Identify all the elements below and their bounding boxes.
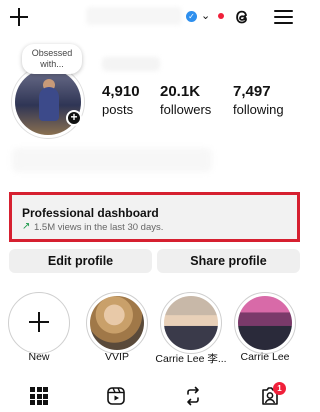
grid-icon[interactable]: [29, 386, 49, 406]
highlight-label: Carrie Lee 李...: [155, 353, 227, 365]
profile-content-tabs: [0, 380, 307, 412]
edit-profile-button[interactable]: Edit profile: [9, 249, 152, 273]
display-name: [102, 57, 160, 71]
dashboard-subtitle: 1.5M views in the last 30 days.: [34, 222, 164, 233]
new-highlight-plus-icon: [29, 312, 49, 332]
stat-posts[interactable]: 4,910 posts: [102, 83, 140, 117]
notification-dot: [218, 13, 224, 19]
avatar[interactable]: [12, 66, 84, 138]
hamburger-menu-icon[interactable]: [274, 9, 293, 25]
stat-followers-label: followers: [160, 102, 212, 117]
highlight-label: Carrie Lee: [240, 351, 290, 363]
avatar-person-body: [39, 87, 59, 121]
stat-followers-value: 20.1K: [160, 83, 201, 100]
stat-following-label: following: [233, 102, 284, 117]
username-switcher[interactable]: [86, 7, 182, 25]
stat-followers[interactable]: 20.1K followers: [160, 83, 211, 117]
dashboard-title: Professional dashboard: [22, 206, 159, 220]
threads-icon[interactable]: [232, 7, 252, 27]
professional-dashboard[interactable]: Professional dashboard ↗ 1.5M views in t…: [9, 192, 300, 242]
add-story-icon[interactable]: +: [66, 110, 82, 126]
stat-posts-value: 4,910: [102, 83, 140, 100]
plus-icon[interactable]: [9, 7, 29, 27]
note-text-line2: with...: [40, 59, 64, 69]
bio: [12, 148, 212, 172]
highlight-vvip[interactable]: [86, 292, 148, 354]
verified-badge-icon: ✓: [186, 11, 197, 22]
highlight-carrie-lee-chinese[interactable]: [160, 292, 222, 354]
stat-following-value: 7,497: [233, 83, 271, 100]
stat-posts-label: posts: [102, 102, 134, 117]
top-bar: ✓ ⌄: [0, 0, 307, 36]
trend-up-icon: ↗: [22, 221, 31, 232]
stat-following[interactable]: 7,497 following: [233, 83, 284, 117]
highlight-carrie-lee[interactable]: [234, 292, 296, 354]
highlight-cover: [164, 296, 218, 350]
highlight-label: New: [28, 351, 50, 363]
highlight-label: VVIP: [105, 351, 129, 363]
note-text-line1: Obsessed: [31, 48, 73, 58]
reels-icon[interactable]: [106, 386, 126, 406]
chevron-down-icon[interactable]: ⌄: [201, 9, 210, 22]
profile-note[interactable]: Obsessed with...: [22, 44, 82, 74]
tagged-count-badge: 1: [273, 382, 286, 395]
highlight-cover: [238, 296, 292, 350]
highlight-cover: [90, 296, 144, 350]
repost-icon[interactable]: [183, 386, 203, 406]
share-profile-button[interactable]: Share profile: [157, 249, 300, 273]
highlight-new[interactable]: [8, 292, 70, 354]
